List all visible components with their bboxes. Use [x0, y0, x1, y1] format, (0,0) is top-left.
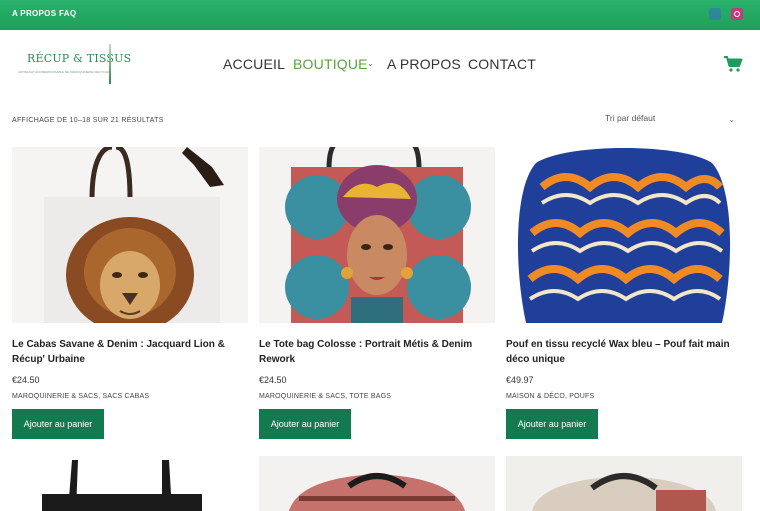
- chevron-down-icon[interactable]: ⌄: [367, 59, 374, 68]
- product-image-duffel-bag[interactable]: [259, 456, 495, 511]
- facebook-icon[interactable]: [709, 8, 721, 20]
- result-count: AFFICHAGE DE 10–18 SUR 21 RÉSULTATS: [12, 117, 164, 124]
- product-categories[interactable]: MAROQUINERIE & SACS, TOTE BAGS: [259, 393, 391, 400]
- product-image-wax-pouf[interactable]: [506, 147, 742, 323]
- product-title[interactable]: Le Tote bag Colosse : Portrait Métis & D…: [259, 337, 495, 367]
- product-price: €24.50: [259, 375, 287, 385]
- site-logo[interactable]: RÉCUP & TISSUS ARTISANAT ÉCORESPONSABLE …: [18, 44, 131, 84]
- product-title[interactable]: Pouf en tissu recyclé Wax bleu – Pouf fa…: [506, 337, 742, 367]
- logo-tagline: ARTISANAT ÉCORESPONSABLE DE MAROQUINERIE…: [18, 70, 111, 74]
- instagram-icon[interactable]: [731, 8, 743, 20]
- topbar-link-about[interactable]: A PROPOS: [12, 9, 56, 18]
- product-categories[interactable]: MAISON & DÉCO, POUFS: [506, 393, 594, 400]
- sort-select[interactable]: Tri par défaut ⌄: [605, 113, 740, 129]
- logo-text: RÉCUP & TISSUS: [27, 52, 132, 65]
- product-image-travel-bag[interactable]: [506, 456, 742, 511]
- product-image-lion-tote[interactable]: [12, 147, 248, 323]
- cart-icon[interactable]: [723, 55, 743, 73]
- add-to-cart-button[interactable]: Ajouter au panier: [259, 409, 351, 439]
- needle-icon: [109, 44, 111, 84]
- product-title[interactable]: Le Cabas Savane & Denim : Jacquard Lion …: [12, 337, 248, 367]
- nav-item-boutique[interactable]: BOUTIQUE: [293, 56, 368, 72]
- nav-item-accueil[interactable]: ACCUEIL: [223, 56, 285, 72]
- top-bar: A PROPOS FAQ: [0, 0, 760, 30]
- sort-select-value: Tri par défaut: [605, 113, 656, 123]
- product-price: €24.50: [12, 375, 40, 385]
- nav-item-contact[interactable]: CONTACT: [468, 56, 536, 72]
- topbar-link-faq[interactable]: FAQ: [59, 9, 76, 18]
- product-image-portrait-tote[interactable]: [259, 147, 495, 323]
- nav-item-apropos[interactable]: A PROPOS: [387, 56, 461, 72]
- product-image-black-tote[interactable]: [12, 456, 248, 511]
- chevron-down-icon: ⌄: [728, 115, 735, 124]
- product-categories[interactable]: MAROQUINERIE & SACS, SACS CABAS: [12, 393, 149, 400]
- add-to-cart-button[interactable]: Ajouter au panier: [506, 409, 598, 439]
- add-to-cart-button[interactable]: Ajouter au panier: [12, 409, 104, 439]
- product-price: €49.97: [506, 375, 534, 385]
